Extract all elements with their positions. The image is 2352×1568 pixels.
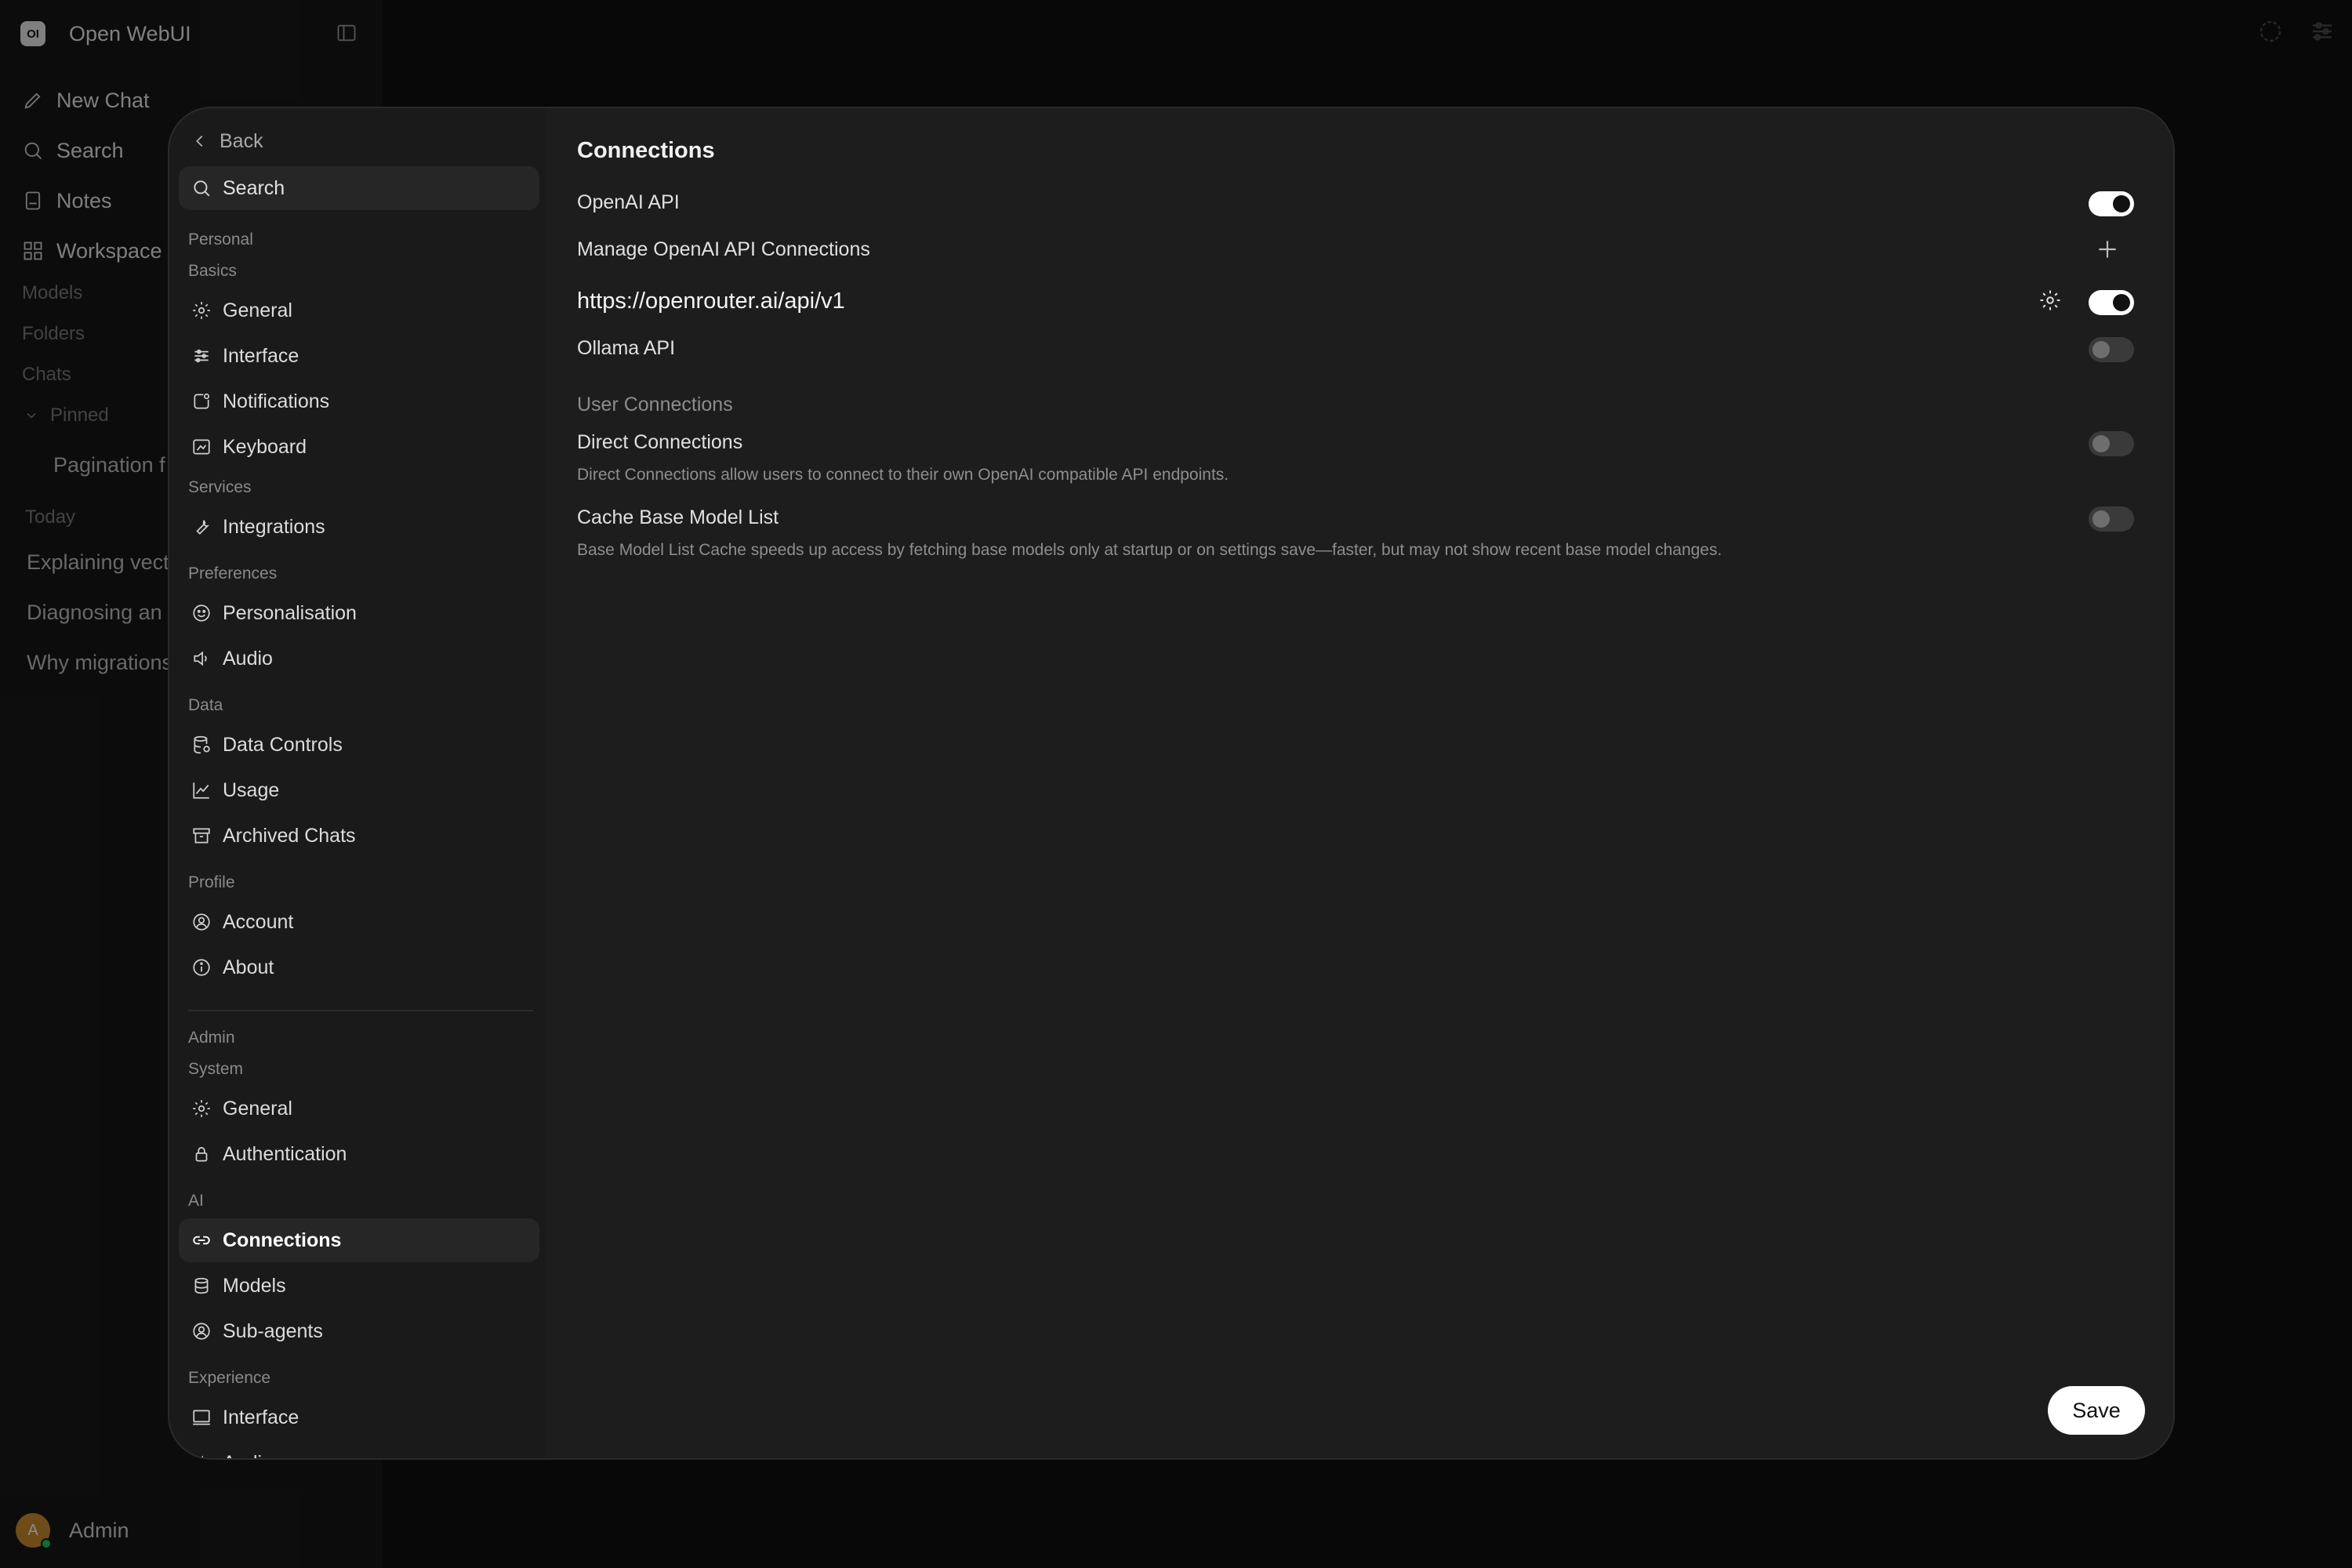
gear-icon bbox=[2038, 289, 2062, 312]
group-system: System bbox=[188, 1060, 244, 1078]
nav-item-label: Audio bbox=[223, 647, 273, 670]
group-ai: AI bbox=[188, 1192, 204, 1210]
nav-item-models[interactable]: Models bbox=[179, 1264, 539, 1308]
nav-item-integrations[interactable]: Integrations bbox=[179, 505, 539, 549]
link-icon bbox=[191, 1230, 212, 1250]
smiley-icon bbox=[191, 603, 212, 623]
direct-connections-label: Direct Connections bbox=[577, 431, 743, 453]
connection-settings-button[interactable] bbox=[2038, 289, 2062, 312]
sliders-icon bbox=[191, 346, 212, 366]
chart-line-icon bbox=[191, 780, 212, 800]
nav-item-connections[interactable]: Connections bbox=[179, 1218, 539, 1262]
nav-item-label: Authentication bbox=[223, 1142, 347, 1165]
info-icon bbox=[191, 957, 212, 978]
nav-item-label: Models bbox=[223, 1274, 286, 1297]
gear-icon bbox=[191, 1098, 212, 1119]
database-icon bbox=[191, 735, 212, 755]
settings-nav: Back Search Personal Basics General Inte… bbox=[169, 108, 546, 1458]
monitor-icon bbox=[191, 1407, 212, 1428]
nav-item-label: Data Controls bbox=[223, 733, 343, 756]
group-data: Data bbox=[188, 696, 223, 714]
openai-api-label: OpenAI API bbox=[577, 191, 680, 213]
nav-item-label: About bbox=[223, 956, 274, 978]
nav-item-label: Interface bbox=[223, 1406, 299, 1428]
nav-item-usage[interactable]: Usage bbox=[179, 768, 539, 812]
ollama-api-toggle[interactable] bbox=[2089, 337, 2134, 362]
cache-base-model-description: Base Model List Cache speeds up access b… bbox=[577, 541, 1722, 559]
manage-openai-label: Manage OpenAI API Connections bbox=[577, 238, 870, 260]
archive-icon bbox=[191, 826, 212, 846]
settings-search-input[interactable]: Search bbox=[179, 166, 539, 210]
nav-item-label: General bbox=[223, 299, 292, 321]
group-profile: Profile bbox=[188, 873, 235, 891]
nav-item-interface[interactable]: Interface bbox=[179, 334, 539, 378]
nav-divider bbox=[188, 1010, 533, 1011]
connection-url: https://openrouter.ai/api/v1 bbox=[577, 289, 845, 314]
user-circle-icon bbox=[191, 1321, 212, 1341]
cache-base-model-label: Cache Base Model List bbox=[577, 506, 779, 528]
stack-icon bbox=[191, 1276, 212, 1296]
nav-item-admin-general[interactable]: General bbox=[179, 1087, 539, 1131]
nav-item-label: Account bbox=[223, 910, 294, 933]
group-preferences: Preferences bbox=[188, 564, 278, 583]
nav-item-label: Connections bbox=[223, 1229, 342, 1251]
nav-item-label: Personalisation bbox=[223, 601, 357, 624]
nav-item-account[interactable]: Account bbox=[179, 900, 539, 944]
direct-connections-toggle[interactable] bbox=[2089, 431, 2134, 456]
keyboard-icon bbox=[191, 437, 212, 457]
nav-item-data-controls[interactable]: Data Controls bbox=[179, 723, 539, 767]
ollama-api-label: Ollama API bbox=[577, 337, 676, 359]
nav-item-notifications[interactable]: Notifications bbox=[179, 379, 539, 423]
nav-item-label: Notifications bbox=[223, 390, 330, 412]
nav-item-archived-chats[interactable]: Archived Chats bbox=[179, 814, 539, 858]
back-button[interactable]: Back bbox=[191, 125, 263, 157]
nav-item-label: Usage bbox=[223, 779, 280, 801]
plus-icon bbox=[2095, 237, 2120, 262]
nav-item-label: Audio bbox=[223, 1452, 273, 1459]
search-icon bbox=[191, 178, 212, 198]
group-services: Services bbox=[188, 478, 252, 496]
lock-icon bbox=[191, 1144, 212, 1164]
speaker-icon bbox=[191, 648, 212, 669]
nav-item-keyboard[interactable]: Keyboard bbox=[179, 425, 539, 469]
wrench-icon bbox=[191, 517, 212, 537]
page-title: Connections bbox=[577, 138, 715, 163]
search-placeholder: Search bbox=[223, 176, 285, 199]
direct-connections-description: Direct Connections allow users to connec… bbox=[577, 466, 1229, 484]
save-button[interactable]: Save bbox=[2048, 1386, 2145, 1435]
notification-icon bbox=[191, 391, 212, 412]
cache-base-model-toggle[interactable] bbox=[2089, 506, 2134, 532]
user-connections-label: User Connections bbox=[577, 394, 733, 416]
group-basics: Basics bbox=[188, 262, 237, 280]
nav-item-sub-agents[interactable]: Sub-agents bbox=[179, 1309, 539, 1353]
settings-modal: Back Search Personal Basics General Inte… bbox=[168, 107, 2175, 1460]
group-admin: Admin bbox=[188, 1029, 235, 1047]
nav-item-authentication[interactable]: Authentication bbox=[179, 1132, 539, 1176]
nav-item-label: General bbox=[223, 1097, 292, 1120]
chevron-left-icon bbox=[191, 132, 209, 150]
nav-item-exp-audio[interactable]: Audio bbox=[179, 1441, 539, 1459]
openai-api-toggle[interactable] bbox=[2089, 191, 2134, 216]
connection-toggle[interactable] bbox=[2089, 290, 2134, 315]
nav-item-personalisation[interactable]: Personalisation bbox=[179, 591, 539, 635]
nav-item-label: Interface bbox=[223, 344, 299, 367]
nav-item-audio[interactable]: Audio bbox=[179, 637, 539, 681]
nav-item-label: Archived Chats bbox=[223, 824, 356, 847]
nav-item-exp-interface[interactable]: Interface bbox=[179, 1396, 539, 1439]
group-experience: Experience bbox=[188, 1369, 271, 1387]
nav-item-label: Integrations bbox=[223, 515, 325, 538]
group-personal: Personal bbox=[188, 230, 253, 249]
nav-item-label: Keyboard bbox=[223, 435, 307, 458]
add-connection-button[interactable] bbox=[2095, 237, 2120, 262]
nav-item-general[interactable]: General bbox=[179, 289, 539, 332]
nav-item-label: Sub-agents bbox=[223, 1319, 323, 1342]
back-label: Back bbox=[220, 129, 263, 152]
nav-item-about[interactable]: About bbox=[179, 946, 539, 989]
gear-icon bbox=[191, 300, 212, 321]
user-circle-icon bbox=[191, 912, 212, 932]
